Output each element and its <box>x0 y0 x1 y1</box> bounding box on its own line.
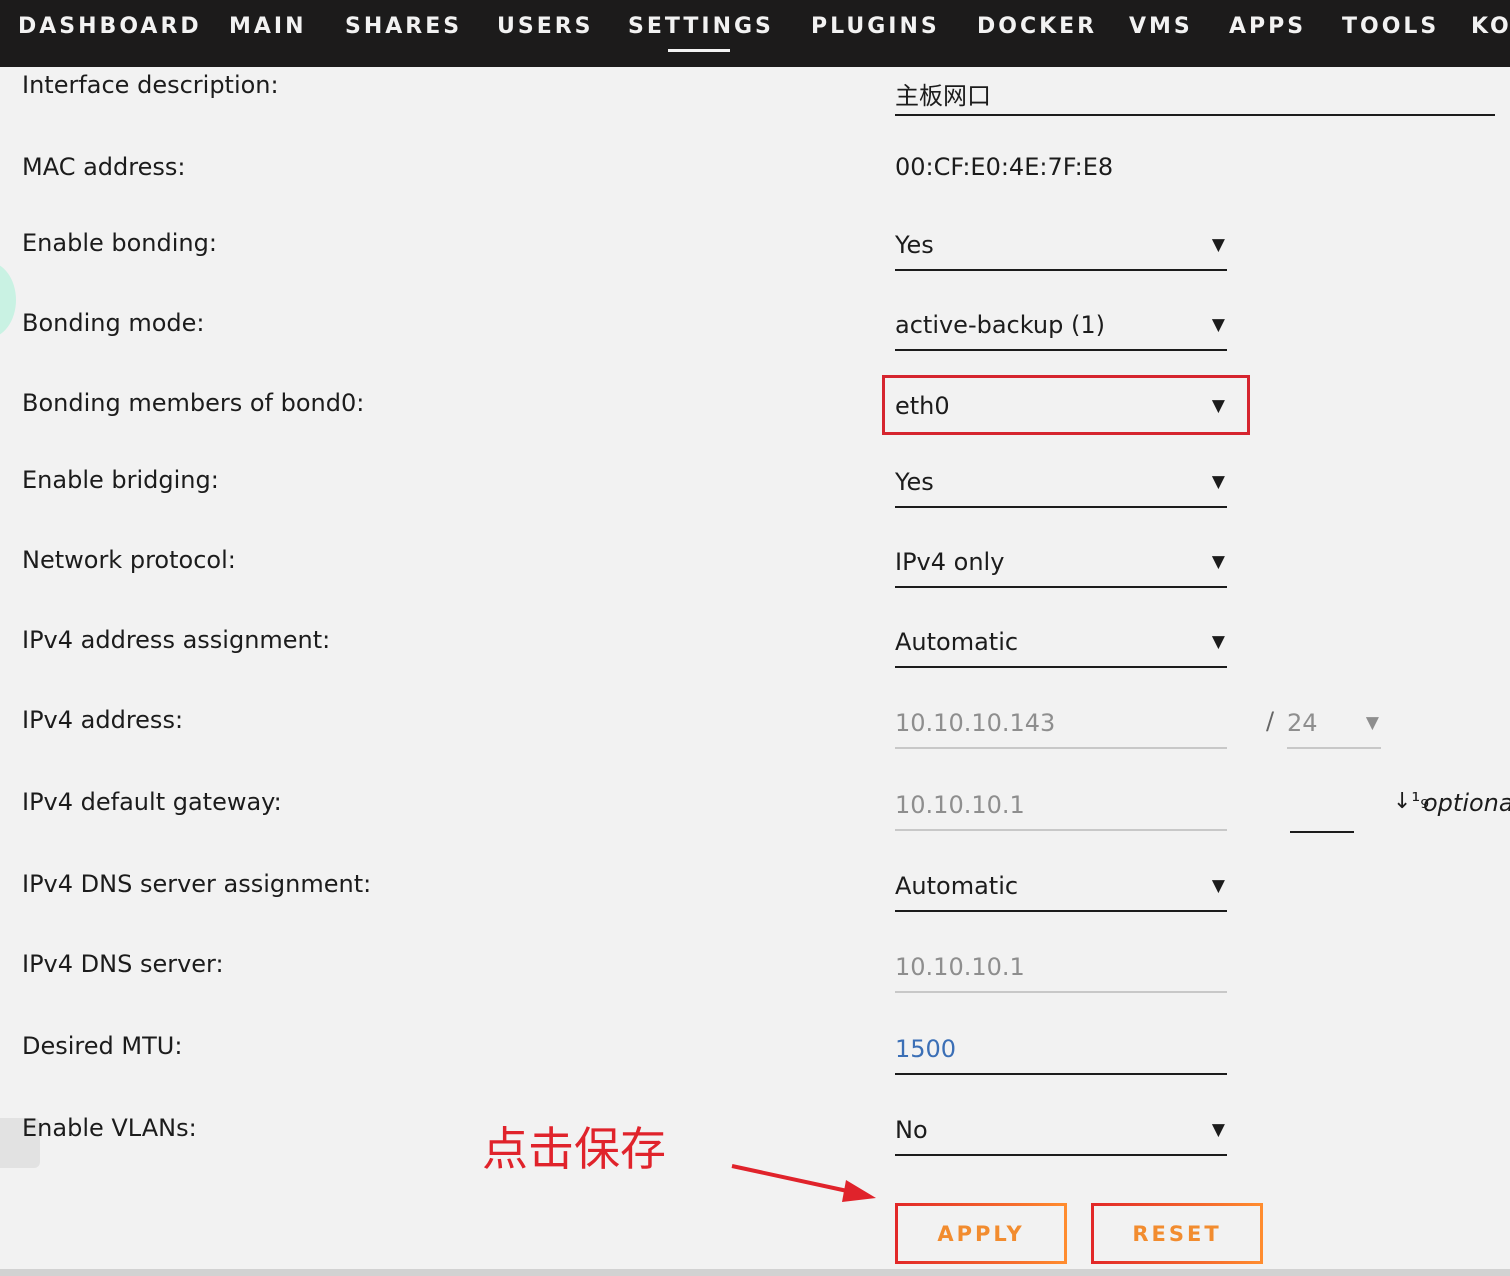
ipv4-gateway-value: 10.10.10.1 <box>895 791 1025 819</box>
nav-settings[interactable]: SETTINGS <box>628 14 774 39</box>
nav-users[interactable]: USERS <box>497 14 594 39</box>
chevron-down-icon: ▼ <box>1211 632 1225 652</box>
apply-button[interactable]: APPLY <box>895 1203 1067 1264</box>
bonding-mode-value: active-backup (1) <box>895 311 1105 339</box>
dns-server-value: 10.10.10.1 <box>895 953 1025 981</box>
dns-server-label: IPv4 DNS server: <box>22 950 224 978</box>
enable-bridging-value: Yes <box>895 468 934 496</box>
enable-bridging-select[interactable]: Yes ▼ <box>895 468 1227 508</box>
nav-apps[interactable]: APPS <box>1229 14 1306 39</box>
highlight-box <box>882 375 1250 435</box>
nav-ko[interactable]: KO <box>1471 14 1510 39</box>
mac-address-value: 00:CF:E0:4E:7F:E8 <box>895 153 1114 181</box>
interface-description-label: Interface description: <box>22 71 279 99</box>
interface-description-input[interactable]: 主板网口 <box>895 76 1495 116</box>
netmask-select[interactable]: 24 ▼ <box>1287 709 1381 749</box>
ipv4-address-input[interactable]: 10.10.10.143 <box>895 709 1227 749</box>
optional-hint: optional <box>1423 789 1510 817</box>
nav-docker[interactable]: DOCKER <box>977 14 1097 39</box>
mac-address-label: MAC address: <box>22 153 186 181</box>
ipv4-address-value: 10.10.10.143 <box>895 709 1056 737</box>
netmask-value: 24 <box>1287 709 1318 737</box>
enable-vlans-label: Enable VLANs: <box>22 1114 197 1142</box>
enable-vlans-select[interactable]: No ▼ <box>895 1116 1227 1156</box>
mtu-input[interactable]: 1500 <box>895 1035 1227 1075</box>
chevron-down-icon: ▼ <box>1211 315 1225 335</box>
enable-bonding-select[interactable]: Yes ▼ <box>895 231 1227 271</box>
ipv4-gateway-input[interactable]: 10.10.10.1 <box>895 791 1227 831</box>
nav-dashboard[interactable]: DASHBOARD <box>18 14 202 39</box>
network-protocol-label: Network protocol: <box>22 546 236 574</box>
network-protocol-value: IPv4 only <box>895 548 1005 576</box>
ipv4-gateway-label: IPv4 default gateway: <box>22 788 282 816</box>
chevron-down-icon: ▼ <box>1211 472 1225 492</box>
dns-assignment-select[interactable]: Automatic ▼ <box>895 872 1227 912</box>
ipv4-address-label: IPv4 address: <box>22 706 184 734</box>
enable-bridging-label: Enable bridging: <box>22 466 219 494</box>
bonding-mode-label: Bonding mode: <box>22 309 205 337</box>
nav-tools[interactable]: TOOLS <box>1342 14 1439 39</box>
nav-vms[interactable]: VMS <box>1129 14 1193 39</box>
nav-shares[interactable]: SHARES <box>345 14 462 39</box>
dns-assignment-label: IPv4 DNS server assignment: <box>22 870 372 898</box>
netmask-separator: / <box>1266 707 1275 735</box>
reset-button[interactable]: RESET <box>1091 1203 1263 1264</box>
floating-helper-button[interactable] <box>0 262 16 338</box>
ipv4-assignment-value: Automatic <box>895 628 1019 656</box>
gateway-metric-input[interactable] <box>1290 794 1354 833</box>
horizontal-scrollbar[interactable] <box>0 1269 1510 1276</box>
top-nav: DASHBOARD MAIN SHARES USERS SETTINGS PLU… <box>0 0 1510 67</box>
ipv4-assignment-select[interactable]: Automatic ▼ <box>895 628 1227 668</box>
chevron-down-icon: ▼ <box>1211 876 1225 896</box>
enable-vlans-value: No <box>895 1116 928 1144</box>
bonding-members-label: Bonding members of bond0: <box>22 389 365 417</box>
annotation-text: 点击保存 <box>482 1122 666 1176</box>
network-protocol-select[interactable]: IPv4 only ▼ <box>895 548 1227 588</box>
interface-description-value: 主板网口 <box>895 82 991 110</box>
bonding-mode-select[interactable]: active-backup (1) ▼ <box>895 311 1227 351</box>
mtu-value: 1500 <box>895 1035 957 1063</box>
nav-main[interactable]: MAIN <box>229 14 307 39</box>
chevron-down-icon: ▼ <box>1211 1120 1225 1140</box>
enable-bonding-value: Yes <box>895 231 934 259</box>
chevron-down-icon: ▼ <box>1365 713 1379 733</box>
chevron-down-icon: ▼ <box>1211 235 1225 255</box>
chevron-down-icon: ▼ <box>1211 552 1225 572</box>
ipv4-assignment-label: IPv4 address assignment: <box>22 626 331 654</box>
nav-plugins[interactable]: PLUGINS <box>811 14 940 39</box>
mtu-label: Desired MTU: <box>22 1032 183 1060</box>
active-tab-indicator <box>668 49 730 52</box>
dns-assignment-value: Automatic <box>895 872 1019 900</box>
enable-bonding-label: Enable bonding: <box>22 229 217 257</box>
dns-server-input[interactable]: 10.10.10.1 <box>895 953 1227 993</box>
